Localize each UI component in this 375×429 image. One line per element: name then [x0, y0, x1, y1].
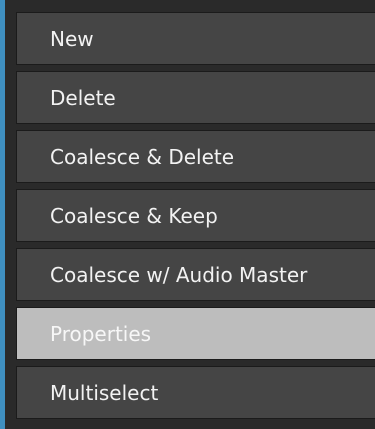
menu-item-delete[interactable]: Delete [16, 71, 375, 124]
menu-item-new[interactable]: New [16, 12, 375, 65]
menu-item-coalesce-delete[interactable]: Coalesce & Delete [16, 130, 375, 183]
menu-item-coalesce-keep[interactable]: Coalesce & Keep [16, 189, 375, 242]
context-menu: New Delete Coalesce & Delete Coalesce & … [0, 0, 375, 429]
menu-item-properties[interactable]: Properties [16, 307, 375, 360]
menu-item-multiselect[interactable]: Multiselect [16, 366, 375, 419]
menu-item-coalesce-audio-master[interactable]: Coalesce w/ Audio Master [16, 248, 375, 301]
